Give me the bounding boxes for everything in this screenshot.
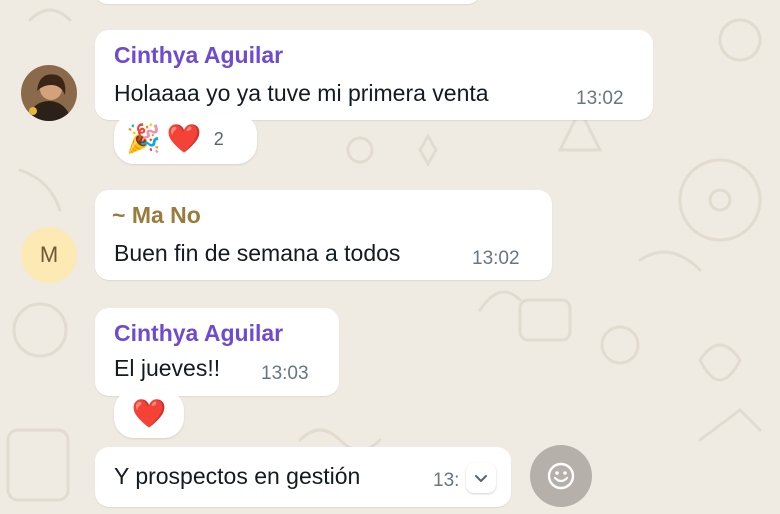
react-button[interactable] bbox=[530, 445, 592, 507]
profile-photo-icon bbox=[21, 65, 77, 121]
reaction-count: 2 bbox=[213, 128, 224, 149]
avatar[interactable] bbox=[21, 65, 77, 121]
heart-icon: ❤️ bbox=[166, 123, 202, 154]
message-time: 13: bbox=[433, 470, 460, 491]
reactions-pill[interactable]: ❤️ bbox=[114, 390, 184, 438]
message-time: 13:02 bbox=[576, 88, 624, 109]
previous-message-bubble[interactable] bbox=[95, 0, 480, 4]
message-time: 13:02 bbox=[472, 248, 520, 269]
message-menu-button[interactable] bbox=[466, 463, 496, 493]
avatar[interactable]: M bbox=[21, 227, 77, 283]
heart-icon: ❤️ bbox=[131, 398, 167, 429]
sender-name[interactable]: ~ Ma No bbox=[112, 202, 201, 229]
message-text: Buen fin de semana a todos bbox=[114, 240, 401, 266]
message-bubble[interactable]: Cinthya Aguilar Holaaaa yo ya tuve mi pr… bbox=[95, 30, 653, 120]
avatar-initial: M bbox=[39, 242, 59, 267]
message-bubble[interactable]: Cinthya Aguilar El jueves!! 13:03 bbox=[95, 308, 339, 396]
message-text: Holaaaa yo ya tuve mi primera venta bbox=[114, 80, 489, 106]
chevron-down-icon bbox=[475, 475, 487, 482]
sender-name[interactable]: Cinthya Aguilar bbox=[114, 42, 283, 69]
message-text: El jueves!! bbox=[114, 355, 221, 381]
message-bubble[interactable]: Y prospectos en gestión 13: bbox=[95, 447, 511, 507]
message-text: Y prospectos en gestión bbox=[114, 463, 361, 489]
sender-name[interactable]: Cinthya Aguilar bbox=[114, 320, 283, 347]
party-popper-icon: 🎉 bbox=[126, 123, 161, 154]
smiley-icon bbox=[547, 462, 575, 490]
reactions-pill[interactable]: 🎉 ❤️ 2 bbox=[114, 114, 257, 164]
message-bubble[interactable]: ~ Ma No Buen fin de semana a todos 13:02 bbox=[95, 190, 552, 280]
message-time: 13:03 bbox=[261, 363, 309, 384]
